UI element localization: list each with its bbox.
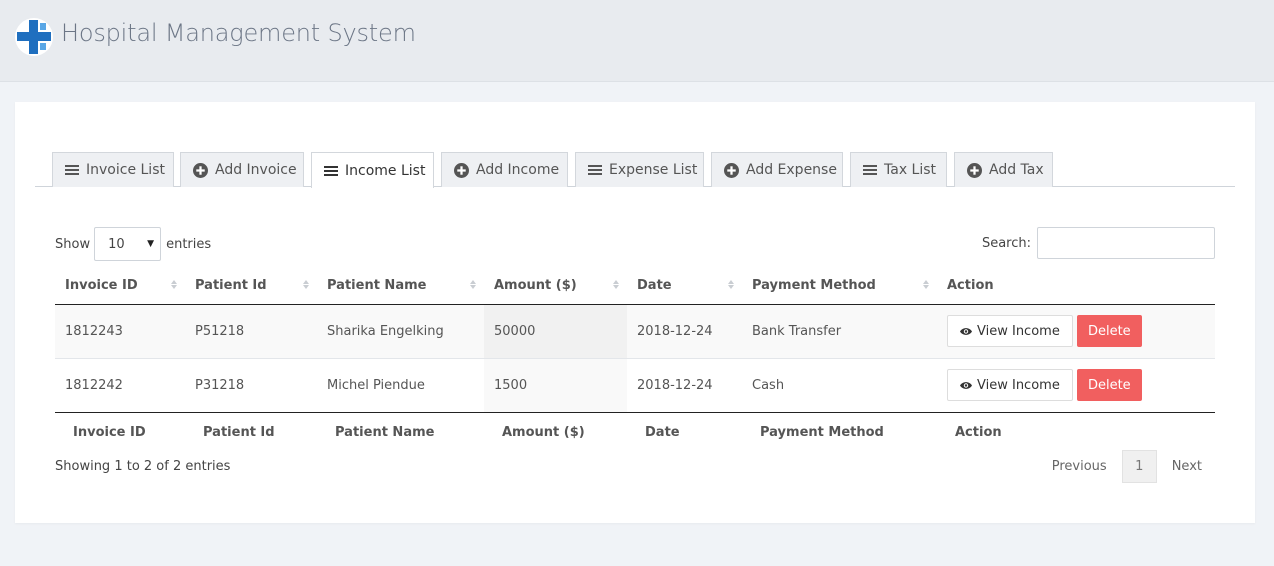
plus-circle-icon [193, 162, 208, 178]
sort-icon [923, 280, 929, 289]
next-page-button[interactable]: Next [1159, 450, 1215, 483]
entries-select[interactable]: 10 ▼ [94, 227, 162, 261]
view-income-button[interactable]: View Income [947, 369, 1073, 401]
app-header: Hospital Management System [0, 0, 1274, 82]
footer-patient-id: Patient Id [203, 424, 275, 440]
sort-icon [303, 280, 309, 289]
list-icon [588, 164, 602, 176]
entries-select-value: 10 [108, 236, 125, 252]
plus-circle-icon [967, 162, 982, 178]
page-1-button[interactable]: 1 [1121, 450, 1157, 483]
footer-amount: Amount ($) [502, 424, 585, 440]
tab-label: Tax List [884, 162, 937, 178]
main-card: Invoice List Add Invoice Income List Add… [15, 102, 1255, 523]
column-header-date[interactable]: Date [627, 268, 742, 305]
tab-income-list[interactable]: Income List [311, 152, 434, 188]
footer-payment-method: Payment Method [760, 424, 884, 440]
column-header-patient-name[interactable]: Patient Name [317, 268, 484, 305]
view-income-label: View Income [977, 377, 1060, 393]
cell-date: 2018-12-24 [627, 304, 742, 358]
hospital-cross-logo-icon [15, 18, 53, 56]
entries-length-control: Show 10 ▼ entries [55, 227, 211, 261]
table-footer-row: Invoice ID Patient Id Patient Name Amoun… [55, 412, 1215, 452]
cell-payment-method: Bank Transfer [742, 304, 937, 358]
tab-label: Expense List [609, 162, 698, 178]
tab-label: Add Income [476, 162, 560, 178]
tab-add-expense[interactable]: Add Expense [711, 152, 843, 187]
sort-icon [613, 280, 619, 289]
tab-tax-list[interactable]: Tax List [850, 152, 947, 187]
tab-label: Add Invoice [215, 162, 297, 178]
table-row: 1812242 P31218 Michel Piendue 1500 2018-… [55, 357, 1215, 413]
column-header-patient-id[interactable]: Patient Id [185, 268, 317, 305]
dropdown-arrow-icon: ▼ [147, 239, 155, 249]
list-icon [324, 165, 338, 177]
cell-patient-id: P31218 [185, 357, 317, 413]
footer-action: Action [955, 424, 1002, 440]
tab-invoice-list[interactable]: Invoice List [52, 152, 174, 187]
list-icon [863, 164, 877, 176]
cell-invoice-id: 1812243 [55, 304, 185, 358]
cell-patient-id: P51218 [185, 304, 317, 358]
tab-label: Income List [345, 162, 426, 179]
tab-label: Add Expense [746, 162, 837, 178]
eye-icon [960, 327, 972, 336]
entries-label: entries [166, 236, 212, 252]
tab-add-tax[interactable]: Add Tax [954, 152, 1053, 187]
previous-page-button[interactable]: Previous [1039, 450, 1120, 483]
cell-date: 2018-12-24 [627, 357, 742, 413]
tab-bar: Invoice List Add Invoice Income List Add… [35, 152, 1235, 188]
pagination: Previous 1 Next [1039, 450, 1215, 483]
list-icon [65, 164, 79, 176]
sort-icon [171, 280, 177, 289]
footer-date: Date [645, 424, 680, 440]
app-title: Hospital Management System [61, 19, 416, 47]
cell-action: View Income Delete [937, 304, 1215, 358]
column-header-payment-method[interactable]: Payment Method [742, 268, 937, 305]
tab-add-income[interactable]: Add Income [441, 152, 568, 187]
tab-label: Add Tax [989, 162, 1044, 178]
delete-button[interactable]: Delete [1076, 369, 1142, 401]
eye-icon [960, 381, 972, 390]
table-info: Showing 1 to 2 of 2 entries [55, 459, 231, 474]
column-header-amount[interactable]: Amount ($) [484, 268, 627, 305]
delete-button[interactable]: Delete [1076, 315, 1142, 347]
cell-amount: 1500 [484, 357, 627, 413]
view-income-button[interactable]: View Income [947, 315, 1073, 347]
tab-label: Invoice List [86, 162, 165, 178]
column-header-action: Action [937, 268, 1215, 305]
footer-invoice-id: Invoice ID [73, 424, 146, 440]
cell-patient-name: Michel Piendue [317, 357, 484, 413]
tab-expense-list[interactable]: Expense List [575, 152, 704, 187]
cell-payment-method: Cash [742, 357, 937, 413]
plus-circle-icon [724, 162, 739, 178]
cell-invoice-id: 1812242 [55, 357, 185, 413]
footer-patient-name: Patient Name [335, 424, 435, 440]
plus-circle-icon [454, 162, 469, 178]
income-table: Invoice ID Patient Id Patient Name Amoun… [55, 268, 1215, 452]
cell-patient-name: Sharika Engelking [317, 304, 484, 358]
show-label: Show [55, 236, 91, 252]
table-header-row: Invoice ID Patient Id Patient Name Amoun… [55, 268, 1215, 305]
view-income-label: View Income [977, 323, 1060, 339]
table-row: 1812243 P51218 Sharika Engelking 50000 2… [55, 304, 1215, 358]
sort-icon [470, 280, 476, 289]
cell-action: View Income Delete [937, 357, 1215, 413]
search-input[interactable] [1037, 227, 1215, 259]
cell-amount: 50000 [484, 304, 627, 358]
column-header-invoice-id[interactable]: Invoice ID [55, 268, 185, 305]
search-control: Search: [982, 227, 1215, 259]
search-label: Search: [981, 235, 1031, 251]
sort-icon [728, 280, 734, 289]
tab-add-invoice[interactable]: Add Invoice [180, 152, 304, 187]
